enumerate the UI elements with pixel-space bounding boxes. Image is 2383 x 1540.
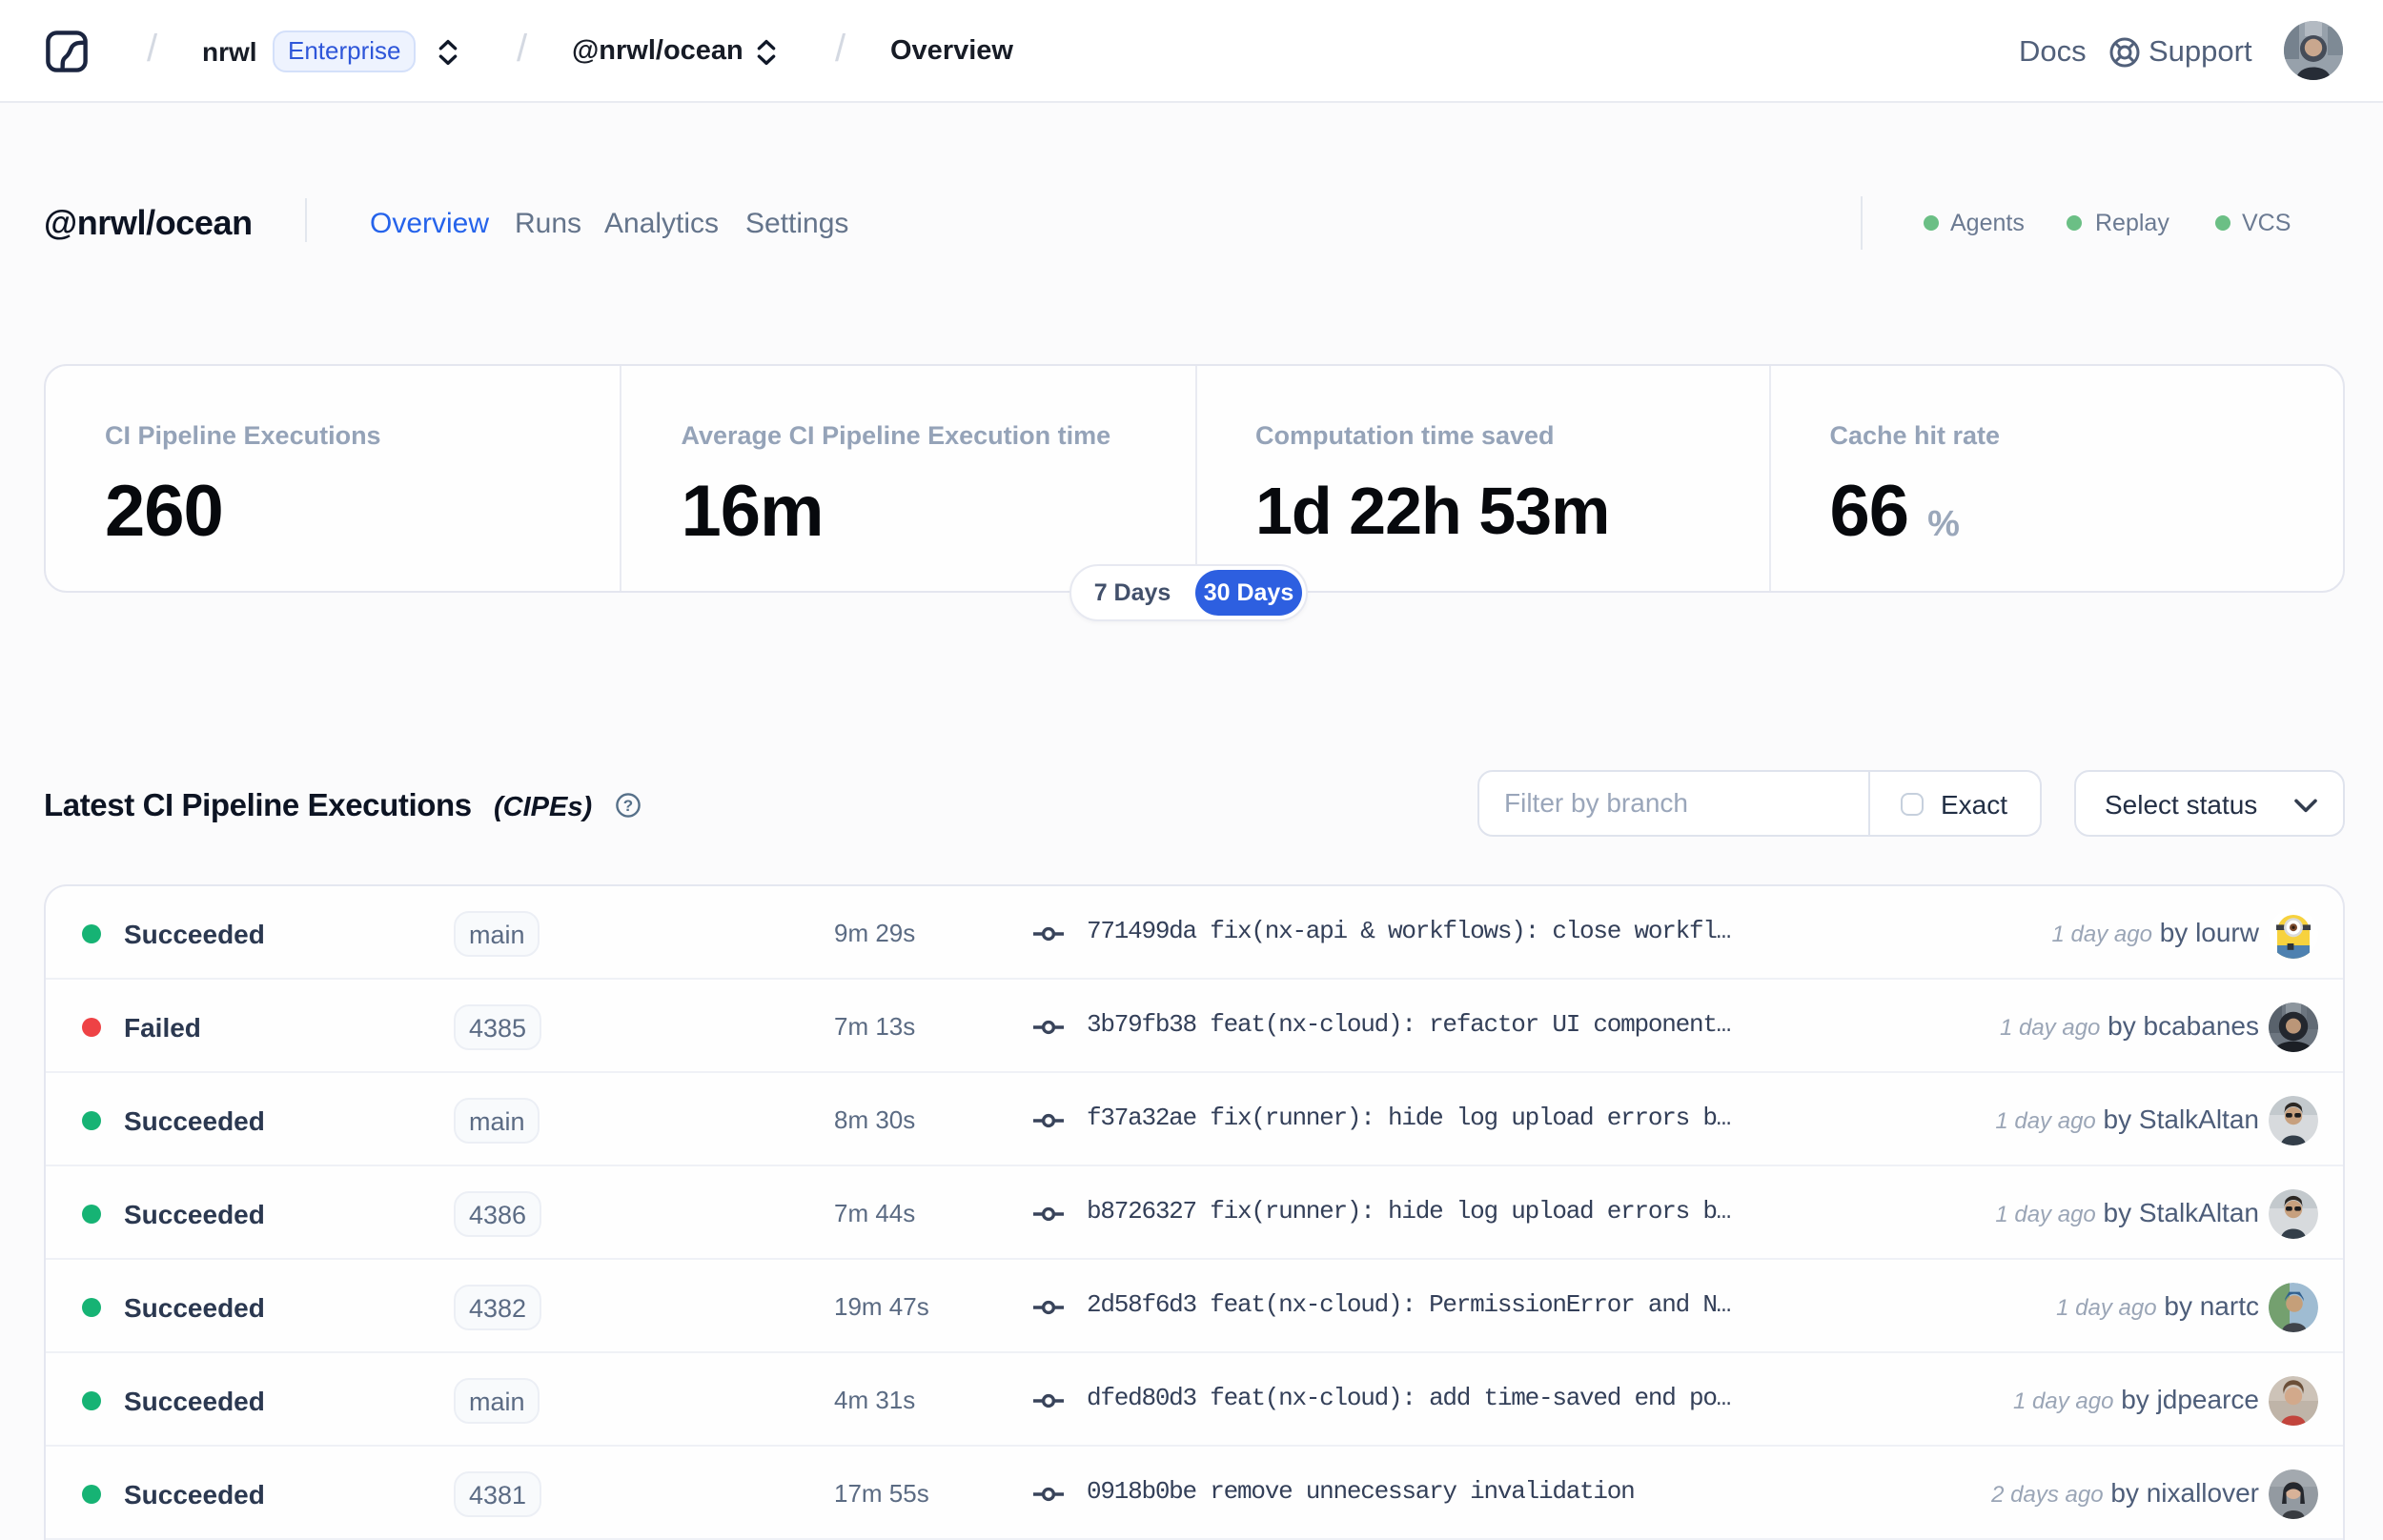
svg-text:?: ? — [623, 797, 633, 815]
